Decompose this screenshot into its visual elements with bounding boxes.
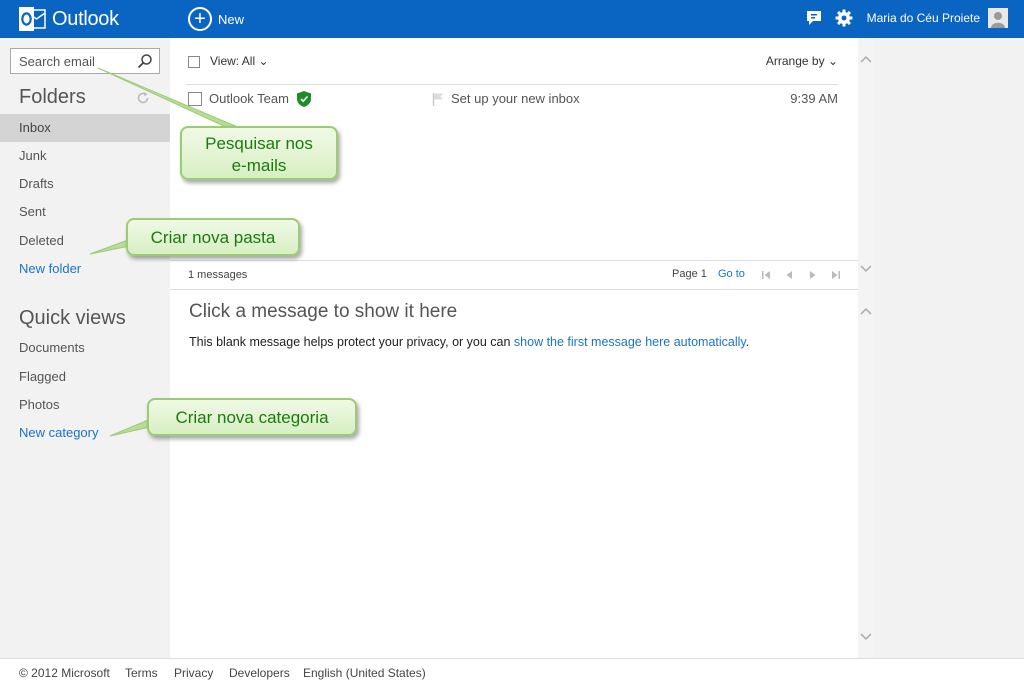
- search-box: [10, 48, 160, 74]
- view-filter-dropdown[interactable]: View: All ⌄: [210, 54, 269, 68]
- callout-new-category: Criar nova categoria: [147, 398, 357, 436]
- terms-link[interactable]: Terms: [125, 666, 158, 680]
- message-checkbox[interactable]: [188, 92, 202, 106]
- list-toolbar: View: All ⌄ Arrange by ⌄: [170, 38, 858, 84]
- privacy-link[interactable]: Privacy: [174, 666, 213, 680]
- language-link[interactable]: English (United States): [303, 666, 426, 680]
- message-row[interactable]: Outlook Team Set up your new inbox 9:39 …: [170, 86, 858, 112]
- developers-link[interactable]: Developers: [229, 666, 290, 680]
- chevron-down-icon: ⌄: [258, 54, 269, 68]
- chevron-down-icon: ⌄: [827, 54, 838, 68]
- refresh-icon[interactable]: [136, 91, 150, 105]
- shield-icon: [297, 91, 311, 107]
- message-sender: Outlook Team: [209, 91, 289, 106]
- divider: [186, 84, 838, 85]
- last-page-icon[interactable]: [830, 269, 842, 281]
- callout-search: Pesquisar nos e-mails: [180, 126, 338, 180]
- callout-new-folder: Criar nova pasta: [126, 218, 300, 256]
- folder-junk[interactable]: Junk: [0, 142, 170, 170]
- folder-inbox[interactable]: Inbox: [0, 114, 170, 142]
- new-message-button[interactable]: + New: [188, 7, 244, 31]
- new-category-link[interactable]: New category: [0, 419, 170, 447]
- search-icon[interactable]: [137, 53, 153, 69]
- show-first-message-link[interactable]: show the first message here automaticall…: [514, 335, 746, 349]
- message-subject: Set up your new inbox: [451, 91, 580, 106]
- message-count: 1 messages: [188, 269, 248, 281]
- callout-new-folder-text: Criar nova pasta: [150, 228, 276, 247]
- search-input[interactable]: [11, 49, 135, 73]
- arrange-by-dropdown[interactable]: Arrange by ⌄: [766, 54, 838, 68]
- first-page-icon[interactable]: [760, 269, 772, 281]
- quick-views-heading: Quick views: [19, 307, 126, 329]
- select-all-checkbox[interactable]: [188, 56, 200, 68]
- top-bar: Outlook + New Maria do Céu Proiete: [0, 0, 1024, 38]
- callout-search-text: Pesquisar nos e-mails: [205, 134, 313, 175]
- previous-page-icon[interactable]: [783, 269, 795, 281]
- outlook-logo-icon: [19, 7, 46, 31]
- folder-drafts[interactable]: Drafts: [0, 170, 170, 198]
- message-time: 9:39 AM: [790, 91, 838, 106]
- right-gutter: [858, 38, 1024, 658]
- gear-icon[interactable]: [835, 9, 853, 27]
- flag-icon[interactable]: [432, 92, 444, 106]
- quick-view-flagged[interactable]: Flagged: [0, 363, 170, 391]
- reading-pane-period: .: [745, 335, 750, 349]
- reading-pane-title: Click a message to show it here: [189, 301, 458, 322]
- new-folder-link[interactable]: New folder: [0, 255, 170, 283]
- page-number: Page 1: [672, 268, 707, 280]
- view-filter-label: View: All: [210, 54, 256, 68]
- plus-circle-icon: +: [188, 7, 212, 31]
- app-name: Outlook: [52, 7, 119, 30]
- chat-icon[interactable]: [805, 9, 823, 27]
- reading-scroll-down-arrow-icon[interactable]: [858, 630, 874, 644]
- reading-scroll-up-arrow-icon[interactable]: [858, 304, 874, 318]
- folders-heading: Folders: [19, 86, 86, 108]
- reading-pane-text: This blank message helps protect your pr…: [189, 335, 749, 349]
- scrollbar[interactable]: [858, 38, 874, 658]
- footer: © 2012 Microsoft Terms Privacy Developer…: [0, 658, 1024, 686]
- goto-page-link[interactable]: Go to: [718, 268, 745, 280]
- quick-view-documents[interactable]: Documents: [0, 334, 170, 362]
- quick-view-photos[interactable]: Photos: [0, 391, 170, 419]
- next-page-icon[interactable]: [807, 269, 819, 281]
- arrange-by-label: Arrange by: [765, 54, 825, 68]
- callout-new-category-text: Criar nova categoria: [175, 408, 329, 427]
- user-name[interactable]: Maria do Céu Proiete: [867, 11, 980, 25]
- pager-bar: 1 messages Page 1 Go to: [170, 260, 858, 290]
- scroll-up-arrow-icon[interactable]: [858, 52, 874, 66]
- sidebar: Folders Inbox Junk Drafts Sent Deleted N…: [0, 38, 170, 658]
- scroll-down-arrow-icon[interactable]: [858, 262, 874, 276]
- new-button-label: New: [218, 11, 245, 27]
- reading-pane-message: This blank message helps protect your pr…: [189, 335, 514, 349]
- avatar[interactable]: [988, 8, 1008, 28]
- outlook-logo[interactable]: Outlook: [18, 5, 119, 33]
- copyright: © 2012 Microsoft: [19, 666, 110, 680]
